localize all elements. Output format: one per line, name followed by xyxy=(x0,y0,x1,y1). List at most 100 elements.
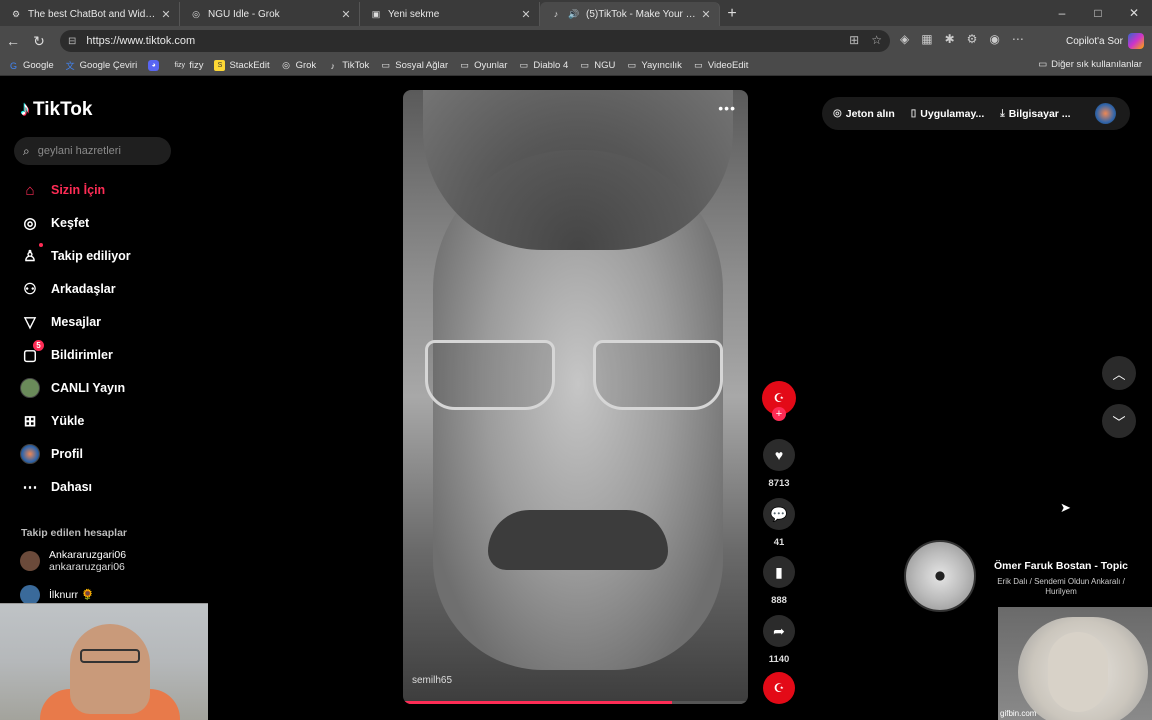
sound-avatar-button[interactable]: ☪ xyxy=(761,672,797,704)
sidebar-item-label: Mesajlar xyxy=(51,315,102,329)
video-frame-glasses xyxy=(425,340,555,410)
grok-icon: ◎ xyxy=(282,60,291,70)
sidebar-item-label: Bildirimler xyxy=(51,348,113,362)
save-count: 888 xyxy=(771,595,787,606)
minimize-button[interactable]: – xyxy=(1044,0,1080,26)
video-frame-glasses xyxy=(593,340,723,410)
stackedit-icon: S xyxy=(214,60,226,71)
extension-puzzle-icon[interactable]: ✱ xyxy=(945,32,955,46)
search-input[interactable]: ⌕ geylani hazretleri xyxy=(14,137,171,165)
bookmark-google[interactable]: G Google xyxy=(8,60,54,71)
music-card[interactable]: Ömer Faruk Bostan - Topic Erik Dalı / Se… xyxy=(896,540,1152,613)
save-button[interactable]: ▮ 888 xyxy=(761,556,797,606)
video-progress-bar[interactable] xyxy=(403,701,748,704)
folder-icon: ▭ xyxy=(519,60,529,70)
sidebar-item-friends[interactable]: ⚇ Arkadaşlar xyxy=(20,276,190,302)
following-account[interactable]: Ankararuzgari06 ankararuzgari06 xyxy=(20,549,126,573)
bookmark-folder-sosyal[interactable]: ▭ Sosyal Ağlar xyxy=(380,60,449,71)
close-icon[interactable]: ✕ xyxy=(339,8,353,21)
bookmark-folder-yayincilik[interactable]: ▭ Yayıncılık xyxy=(626,60,682,71)
tab-tiktok[interactable]: ♪ 🔊 (5)TikTok - Make Your Day ✕ xyxy=(540,2,720,26)
sidebar-item-more[interactable]: ⋯ Dahası xyxy=(20,474,190,500)
window-close-button[interactable]: ✕ xyxy=(1116,0,1152,26)
message-icon: ▽ xyxy=(24,314,36,331)
apps-icon[interactable]: ⊞ xyxy=(849,33,859,47)
tiktok-logo[interactable]: ♪ TikTok xyxy=(20,98,92,121)
sidebar-item-explore[interactable]: ◎ Keşfet xyxy=(20,210,190,236)
sheep-watermark: gifbin.com xyxy=(1000,709,1037,718)
like-button[interactable]: ♥ 8713 xyxy=(761,439,797,489)
more-options-icon[interactable]: ••• xyxy=(718,100,736,116)
fizy-icon: fizy xyxy=(174,62,185,69)
other-bookmarks[interactable]: ▭ Diğer sık kullanılanlar xyxy=(1038,59,1142,70)
sheep-head xyxy=(1048,632,1108,712)
video-player[interactable]: ••• semilh65 xyxy=(403,90,748,704)
folder-icon: ▭ xyxy=(1038,59,1048,70)
webcam-person xyxy=(70,624,150,714)
url-field[interactable]: ⊟ https://www.tiktok.com ⊞ ☆ xyxy=(60,30,890,52)
previous-video-button[interactable]: ︿ xyxy=(1102,356,1136,390)
bookmark-fizy[interactable]: fizy fizy xyxy=(174,60,203,71)
maximize-button[interactable]: □ xyxy=(1080,0,1116,26)
star-icon[interactable]: ☆ xyxy=(871,33,882,47)
profile-avatar[interactable] xyxy=(1095,103,1116,124)
account-name: İlknurr 🌻 xyxy=(49,589,95,601)
sidebar-item-label: CANLI Yayın xyxy=(51,381,126,395)
extension-gear-icon[interactable]: ⚙ xyxy=(967,32,978,46)
tab-new[interactable]: ▣ Yeni sekme ✕ xyxy=(360,2,540,26)
video-username[interactable]: semilh65 xyxy=(412,675,452,686)
extension-color-icon[interactable]: ▦ xyxy=(921,32,932,46)
get-coins-button[interactable]: ◎ Jeton alın xyxy=(833,108,895,120)
menu-dots-icon[interactable]: ⋯ xyxy=(1012,32,1024,46)
get-app-button[interactable]: ▯ Uygulamay... xyxy=(911,108,985,120)
mouse-cursor-icon: ➤ xyxy=(1060,500,1071,515)
next-video-button[interactable]: ﹀ xyxy=(1102,404,1136,438)
sidebar-item-live[interactable]: CANLI Yayın xyxy=(20,375,190,401)
close-icon[interactable]: ✕ xyxy=(519,8,533,21)
gear-icon: ⚙ xyxy=(11,8,21,19)
tab-bar: ⚙ The best ChatBot and Widgets fo ✕ ◎ NG… xyxy=(0,0,1152,26)
share-button[interactable]: ➦ 1140 xyxy=(761,615,797,665)
profile-icon xyxy=(20,444,40,464)
bookmark-folder-diablo[interactable]: ▭ Diablo 4 xyxy=(518,60,569,71)
copilot-button[interactable]: Copilot'a Sor xyxy=(1066,31,1144,51)
bookmark-folder-ngu[interactable]: ▭ NGU xyxy=(579,60,615,71)
sidebar-item-for-you[interactable]: ⌂ Sizin İçin xyxy=(20,177,190,203)
profile-avatar-icon[interactable]: ◉ xyxy=(989,32,999,46)
bookmark-tiktok[interactable]: ♪ TikTok xyxy=(327,60,369,71)
sidebar-item-label: Takip ediliyor xyxy=(51,249,131,263)
bookmark-grok[interactable]: ◎ Grok xyxy=(281,60,316,71)
live-icon xyxy=(20,378,40,398)
following-account[interactable]: İlknurr 🌻 xyxy=(20,585,94,605)
account-name: Ankararuzgari06 xyxy=(49,549,127,561)
sidebar-item-notifications[interactable]: ▢ 5 Bildirimler xyxy=(20,340,190,368)
creator-avatar-button[interactable]: ☪ + xyxy=(761,381,797,421)
follow-plus-icon[interactable]: + xyxy=(772,407,786,421)
upload-icon: ⊞ xyxy=(23,413,37,430)
comment-button[interactable]: 💬 41 xyxy=(761,498,797,548)
sidebar-item-profile[interactable]: Profil xyxy=(20,441,190,467)
sidebar-item-label: Keşfet xyxy=(51,216,90,230)
sidebar-item-upload[interactable]: ⊞ Yükle xyxy=(20,408,190,434)
close-icon[interactable]: ✕ xyxy=(699,8,713,21)
tab-chatbot[interactable]: ⚙ The best ChatBot and Widgets fo ✕ xyxy=(0,2,180,26)
site-info-icon[interactable]: ⊟ xyxy=(68,36,76,47)
sidebar-item-messages[interactable]: ▽ Mesajlar xyxy=(20,309,190,335)
tab-grok[interactable]: ◎ NGU Idle - Grok ✕ xyxy=(180,2,360,26)
speaker-icon[interactable]: 🔊 xyxy=(568,8,580,20)
url-text: https://www.tiktok.com xyxy=(86,35,196,47)
sidebar-item-label: Yükle xyxy=(51,414,85,428)
close-icon[interactable]: ✕ xyxy=(159,8,173,21)
bookmark-stackedit[interactable]: S StackEdit xyxy=(214,60,270,71)
bookmark-discord[interactable]: ◕ xyxy=(148,60,163,71)
bookmark-folder-oyunlar[interactable]: ▭ Oyunlar xyxy=(459,60,507,71)
bookmark-folder-videoedit[interactable]: ▭ VideoEdit xyxy=(693,60,748,71)
reload-button[interactable]: ↻ xyxy=(26,28,52,54)
sheep-overlay: gifbin.com xyxy=(998,607,1152,720)
bookmark-google-translate[interactable]: 文 Google Çeviri xyxy=(65,60,138,71)
extension-shield-icon[interactable]: ◈ xyxy=(900,32,909,46)
back-button[interactable]: ← xyxy=(0,28,26,54)
new-tab-button[interactable]: + xyxy=(720,2,744,26)
pc-app-button[interactable]: ⤓ Bilgisayar ... xyxy=(1000,108,1070,120)
sidebar-item-following[interactable]: ♙ Takip ediliyor xyxy=(20,243,190,269)
